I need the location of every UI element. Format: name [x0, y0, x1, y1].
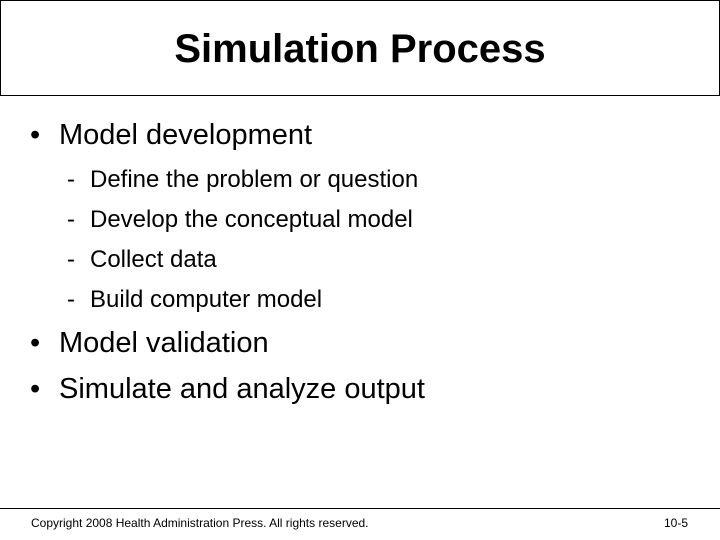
bullet-marker: • [30, 373, 41, 405]
bullet-text: Model validation [59, 327, 269, 359]
title-box: Simulation Process [0, 0, 720, 96]
bullet-marker: • [30, 327, 41, 359]
subbullet-text: Develop the conceptual model [90, 206, 413, 233]
sub-marker: - [67, 166, 75, 193]
sub-marker: - [67, 286, 75, 313]
slide-title: Simulation Process [174, 26, 546, 71]
bullet-text: Model development [59, 119, 313, 151]
subbullet-collect-data: - Collect data [67, 246, 217, 274]
page-number: 10-5 [664, 516, 689, 530]
bullet-simulate-analyze: • Simulate and analyze output [30, 373, 425, 406]
bullet-marker: • [30, 119, 41, 151]
bullet-model-validation: • Model validation [30, 327, 269, 360]
subbullet-conceptual-model: - Develop the conceptual model [67, 206, 413, 234]
sub-marker: - [67, 206, 75, 233]
footer-divider [0, 508, 720, 509]
bullet-text: Simulate and analyze output [59, 373, 425, 405]
subbullet-text: Build computer model [90, 286, 323, 313]
subbullet-text: Collect data [90, 246, 217, 273]
sub-marker: - [67, 246, 75, 273]
subbullet-build-model: - Build computer model [67, 286, 322, 314]
subbullet-define-problem: - Define the problem or question [67, 166, 418, 194]
footer-copyright: Copyright 2008 Health Administration Pre… [31, 516, 369, 530]
subbullet-text: Define the problem or question [90, 166, 419, 193]
bullet-model-development: • Model development [30, 119, 312, 152]
